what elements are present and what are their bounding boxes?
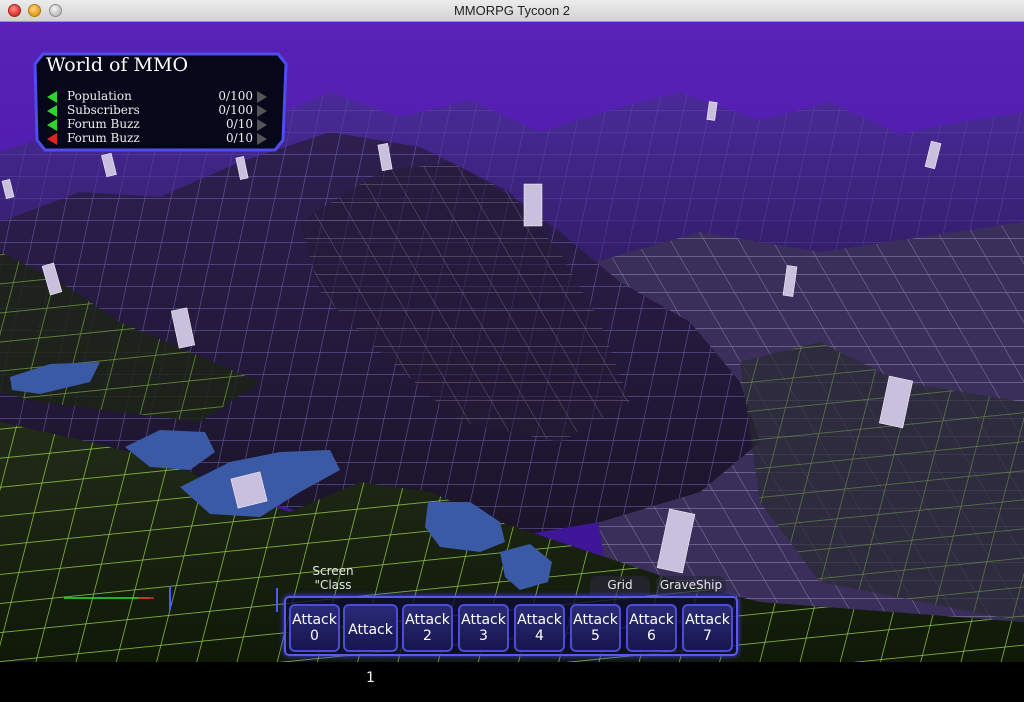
tab-grid[interactable]: Grid xyxy=(590,576,650,595)
attack-number: 7 xyxy=(703,628,712,644)
attack-label: Attack xyxy=(629,612,674,628)
world-stats-panel: World of MMO Population 0/100 Subscriber… xyxy=(33,52,288,152)
row-tip-icon xyxy=(257,105,267,117)
attack-3-button[interactable]: Attack 3 xyxy=(458,604,509,652)
attack-1-button[interactable]: Attack 1 xyxy=(343,604,398,686)
attack-number: 5 xyxy=(591,628,600,644)
trend-up-icon xyxy=(47,119,57,131)
row-tip-icon xyxy=(257,91,267,103)
tab-graveship[interactable]: GraveShip xyxy=(656,576,726,595)
class-label: "Class xyxy=(314,578,352,592)
attack-label: Attack xyxy=(573,612,618,628)
attack-label: Attack xyxy=(292,612,337,628)
trend-up-icon xyxy=(47,91,57,103)
stat-row-forum-buzz-2: Forum Buzz 0/10 xyxy=(45,131,273,145)
attack-number: 0 xyxy=(310,628,319,644)
attack-6-button[interactable]: Attack 6 xyxy=(626,604,677,652)
window-titlebar: MMORPG Tycoon 2 xyxy=(0,0,1024,22)
attack-label: Attack 1 xyxy=(348,622,393,686)
attack-5-button[interactable]: Attack 5 xyxy=(570,604,621,652)
attack-4-button[interactable]: Attack 4 xyxy=(514,604,565,652)
stat-label: Subscribers xyxy=(67,103,140,117)
attack-number: 6 xyxy=(647,628,656,644)
attack-0-button[interactable]: Attack 0 xyxy=(289,604,340,652)
trend-down-icon xyxy=(47,133,57,145)
attack-number: 4 xyxy=(535,628,544,644)
stat-row-forum-buzz: Forum Buzz 0/10 xyxy=(45,117,273,131)
stat-value: 0/10 xyxy=(226,117,253,131)
attack-label: Attack xyxy=(461,612,506,628)
row-tip-icon xyxy=(257,133,267,145)
stat-label: Forum Buzz xyxy=(67,117,140,131)
stat-value: 0/10 xyxy=(226,131,253,145)
attack-number: 2 xyxy=(423,628,432,644)
attack-number: 3 xyxy=(479,628,488,644)
stat-row-population: Population 0/100 xyxy=(45,89,273,103)
attack-7-button[interactable]: Attack 7 xyxy=(682,604,733,652)
world-name: World of MMO xyxy=(46,54,189,76)
stat-label: Population xyxy=(67,89,132,103)
trend-up-icon xyxy=(47,105,57,117)
stat-value: 0/100 xyxy=(218,89,253,103)
stat-value: 0/100 xyxy=(218,103,253,117)
attack-label: Attack xyxy=(685,612,730,628)
attack-label: Attack xyxy=(517,612,562,628)
attack-2-button[interactable]: Attack 2 xyxy=(402,604,453,652)
window-title: MMORPG Tycoon 2 xyxy=(453,3,571,18)
row-tip-icon xyxy=(257,119,267,131)
stat-label: Forum Buzz xyxy=(67,131,140,145)
attack-label: Attack xyxy=(405,612,450,628)
stat-row-subscribers: Subscribers 0/100 xyxy=(45,103,273,117)
screen-label: Screen xyxy=(312,564,354,578)
